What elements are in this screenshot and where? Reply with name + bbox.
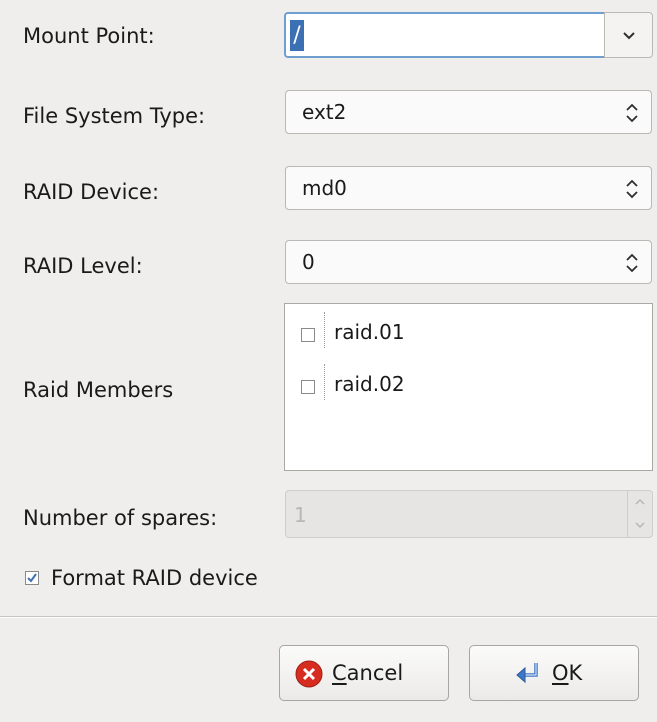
chevron-down-icon xyxy=(635,522,645,529)
cancel-button-label: Cancel xyxy=(332,663,403,684)
mount-point-input[interactable]: / xyxy=(284,12,605,58)
up-down-arrows-icon xyxy=(626,253,638,273)
mount-point-label: Mount Point: xyxy=(23,24,155,48)
format-raid-checkbox[interactable] xyxy=(25,571,39,585)
spares-label: Number of spares: xyxy=(23,506,218,530)
fs-type-label: File System Type: xyxy=(23,104,206,128)
format-raid-label: Format RAID device xyxy=(51,566,258,590)
spares-value: 1 xyxy=(294,503,307,527)
raid-device-label: RAID Device: xyxy=(23,180,160,204)
format-raid-checkbox-row[interactable]: Format RAID device xyxy=(25,566,355,592)
tree-guide-line xyxy=(324,364,325,400)
raid-01-checkbox[interactable] xyxy=(301,328,315,342)
ok-label-rest: K xyxy=(568,661,583,685)
ok-icon xyxy=(516,663,538,684)
spin-arrows[interactable] xyxy=(627,491,652,537)
cancel-mnemonic: C xyxy=(332,661,347,685)
up-down-arrows-icon xyxy=(626,103,638,123)
fs-type-value: ext2 xyxy=(302,100,347,124)
raid-level-label: RAID Level: xyxy=(23,254,143,278)
mount-point-value: / xyxy=(290,20,304,51)
chevron-down-icon xyxy=(623,32,635,40)
checkmark-icon xyxy=(27,573,37,583)
raid-level-value: 0 xyxy=(302,250,315,274)
separator xyxy=(0,616,657,618)
spin-down-button[interactable] xyxy=(628,514,652,537)
raid-device-value: md0 xyxy=(302,176,347,200)
member-label: raid.02 xyxy=(334,372,405,396)
raid-members-list[interactable]: raid.01 raid.02 xyxy=(284,303,653,471)
ok-mnemonic: O xyxy=(552,661,569,685)
raid-device-select[interactable]: md0 xyxy=(285,166,652,210)
spin-up-button[interactable] xyxy=(628,491,652,514)
mount-point-dropdown-button[interactable] xyxy=(604,12,653,58)
spares-spinbutton[interactable]: 1 xyxy=(285,490,653,538)
chevron-up-icon xyxy=(635,498,645,505)
up-down-arrows-icon xyxy=(626,179,638,199)
cancel-icon xyxy=(295,660,323,688)
cancel-label-rest: ancel xyxy=(346,661,404,685)
ok-button[interactable]: OK xyxy=(469,645,639,701)
ok-button-label: OK xyxy=(552,663,582,684)
list-item[interactable]: raid.02 xyxy=(285,364,652,400)
raid-members-label: Raid Members xyxy=(23,378,174,402)
raid-level-select[interactable]: 0 xyxy=(285,240,652,284)
tree-guide-line xyxy=(324,312,325,348)
member-label: raid.01 xyxy=(334,320,405,344)
raid-02-checkbox[interactable] xyxy=(301,380,315,394)
fs-type-select[interactable]: ext2 xyxy=(285,90,652,134)
cancel-button[interactable]: Cancel xyxy=(279,645,449,701)
list-item[interactable]: raid.01 xyxy=(285,312,652,348)
